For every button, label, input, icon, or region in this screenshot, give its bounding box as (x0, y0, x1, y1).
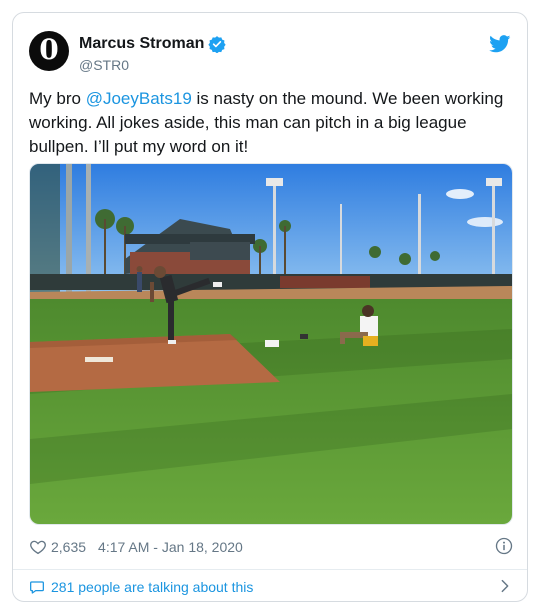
tweet-text: My bro @JoeyBats19 is nasty on the mound… (29, 87, 513, 159)
verified-badge-icon (208, 36, 226, 53)
avatar[interactable]: 0 (29, 31, 69, 71)
chevron-right-icon[interactable] (497, 578, 513, 594)
info-icon[interactable] (495, 537, 513, 555)
twitter-bird-icon[interactable] (489, 35, 511, 53)
like-count[interactable]: 2,635 (51, 539, 86, 555)
mention-link[interactable]: @JoeyBats19 (86, 89, 192, 108)
conversation-link[interactable]: 281 people are talking about this (29, 575, 513, 599)
tweet-text-start: My bro (29, 89, 86, 108)
avatar-glyph: 0 (39, 33, 59, 66)
tweet-card[interactable]: 0 Marcus Stroman @STR0 My bro @JoeyBats1… (12, 12, 528, 602)
divider (13, 569, 527, 570)
heart-icon[interactable] (29, 538, 47, 556)
tweet-photo[interactable] (29, 163, 513, 525)
baseball-field-photo (30, 164, 512, 524)
tweet-timestamp[interactable]: 4:17 AM - Jan 18, 2020 (98, 539, 243, 555)
author-display-name[interactable]: Marcus Stroman (79, 35, 204, 53)
author-name-row: Marcus Stroman (79, 35, 226, 53)
author-handle[interactable]: @STR0 (79, 57, 129, 73)
speech-bubble-icon (30, 581, 44, 594)
tweet-meta-row: 2,635 4:17 AM - Jan 18, 2020 (29, 535, 513, 559)
conversation-count-label[interactable]: 281 people are talking about this (51, 579, 253, 595)
